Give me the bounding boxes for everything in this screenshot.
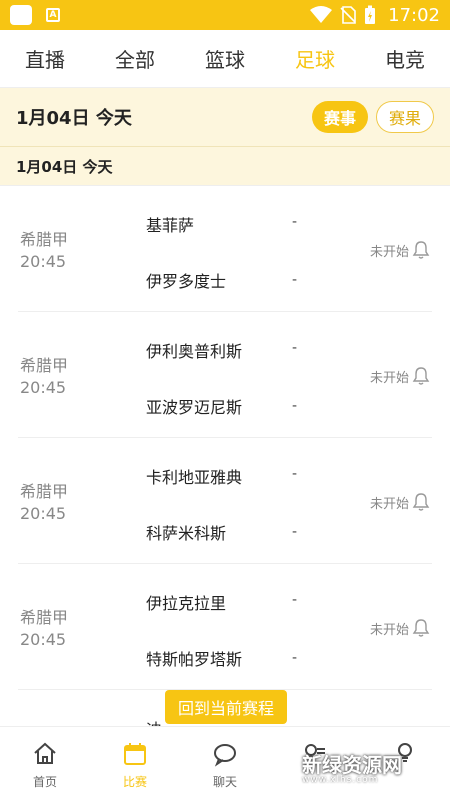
watermark: 新绿资源网 www.xlhs.com [262,750,430,790]
away-team: 特斯帕罗塔斯 [146,650,243,669]
app-square-icon [10,5,32,25]
away-score: - [292,398,298,414]
away-score: - [292,524,298,540]
results-button[interactable]: 赛果 [375,101,434,133]
category-tabs: 直播 全部 篮球 足球 电竞 [0,30,450,88]
watermark-url: www.xlhs.com [302,774,379,785]
nav-chat-label: 聊天 [212,775,237,789]
match-list[interactable]: 希腊甲 20:45 基菲萨 伊罗多度士 - - 未开始 希腊甲 20:45 伊利… [0,186,450,726]
day-subheader-label: 1月04日 今天 [16,157,113,176]
watermark-text: 新绿资源网 [302,752,402,777]
match-time: 20:45 [20,630,67,649]
league-name: 希腊甲 [20,356,69,375]
calendar-icon [124,743,146,765]
league-name: 希腊甲 [20,608,69,627]
status-bar: A 17:02 [0,0,450,30]
match-status: 未开始 [370,245,410,260]
bell-icon[interactable] [412,240,430,260]
chat-bubble-icon [214,744,236,767]
league-name: 希腊甲 [20,230,69,249]
nav-home[interactable]: 首页 [0,727,90,800]
home-team: 卡利地亚雅典 [146,468,243,487]
league-name: 希腊甲 [20,482,69,501]
home-team: 迪 [146,716,162,726]
nav-home-label: 首页 [32,775,57,789]
events-button[interactable]: 赛事 [311,101,368,133]
match-row[interactable]: 希腊甲 20:45 基菲萨 伊罗多度士 - - 未开始 [18,186,432,312]
home-icon [34,742,56,764]
tab-esports[interactable]: 电竞 [377,44,433,73]
home-score: - [292,340,298,356]
match-status: 未开始 [370,371,410,386]
home-team: 伊拉克拉里 [146,594,227,613]
status-time: 17:02 [388,4,440,26]
watermark-logo-icon [264,755,290,785]
away-team: 亚波罗迈尼斯 [146,398,243,417]
match-time: 20:45 [20,378,67,397]
home-score: - [292,214,298,230]
away-team: 伊罗多度士 [146,272,227,291]
bell-icon[interactable] [412,618,430,638]
away-team: 科萨米科斯 [146,524,227,543]
match-time: 20:45 [20,252,67,271]
nav-matches-label: 比赛 [122,775,147,789]
date-header: 1月04日 今天 赛事 赛果 [0,88,450,146]
bell-icon[interactable] [412,492,430,512]
tab-basketball[interactable]: 篮球 [197,44,253,73]
nav-chat[interactable]: 聊天 [180,727,270,800]
match-row[interactable]: 希腊甲 20:45 伊拉克拉里 特斯帕罗塔斯 - - 未开始 [18,564,432,690]
date-header-label: 1月04日 今天 [16,108,132,129]
tab-football[interactable]: 足球 [287,44,343,73]
match-row[interactable]: 希腊甲 20:45 卡利地亚雅典 科萨米科斯 - - 未开始 [18,438,432,564]
tab-live[interactable]: 直播 [17,44,73,73]
match-status: 未开始 [370,497,410,512]
match-row[interactable]: 希腊甲 20:45 伊利奥普利斯 亚波罗迈尼斯 - - 未开始 [18,312,432,438]
home-score: - [292,466,298,482]
wifi-icon [310,6,333,23]
tab-all[interactable]: 全部 [107,44,163,73]
bell-icon[interactable] [412,366,430,386]
back-to-current-button[interactable]: 回到当前赛程 [165,690,287,724]
battery-charging-icon [365,5,376,24]
home-team: 伊利奥普利斯 [146,342,243,361]
a-badge-icon: A [46,8,60,22]
home-score: - [292,592,298,608]
nav-matches[interactable]: 比赛 [90,727,180,800]
away-score: - [292,272,298,288]
home-team: 基菲萨 [146,216,195,235]
match-time: 20:45 [20,504,67,523]
away-score: - [292,650,298,666]
no-sim-icon [340,6,356,24]
day-subheader: 1月04日 今天 [0,146,450,186]
match-status: 未开始 [370,623,410,638]
